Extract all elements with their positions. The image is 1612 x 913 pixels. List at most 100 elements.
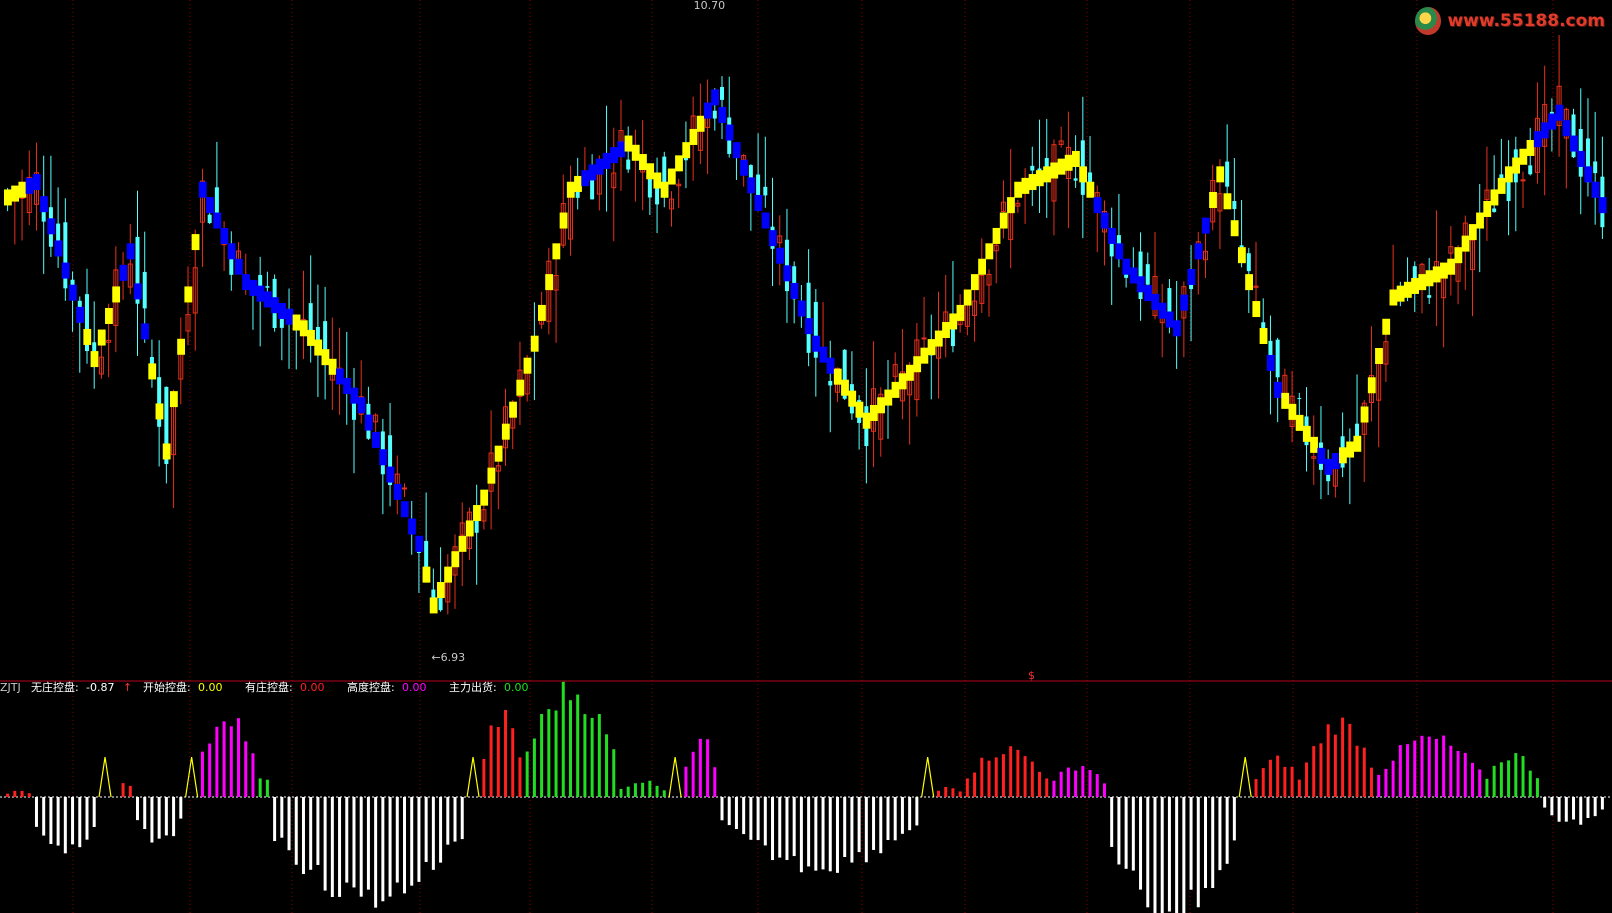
trend-block [970, 274, 979, 291]
trend-block [1360, 406, 1369, 423]
trend-block [1079, 166, 1088, 183]
trend-block [1541, 122, 1549, 139]
trend-block [278, 302, 287, 319]
candle-body [1232, 201, 1237, 210]
trend-block [1418, 274, 1427, 291]
trend-block [1180, 294, 1189, 311]
histogram-bar [1139, 797, 1143, 890]
histogram-bar [403, 797, 406, 894]
histogram-bar [1276, 755, 1280, 797]
histogram-bar [164, 797, 168, 836]
trend-block [1584, 166, 1593, 183]
histogram-bar [1348, 723, 1352, 797]
trend-block [826, 357, 835, 374]
trend-block [184, 286, 193, 303]
trend-block [566, 181, 575, 198]
trend-block [1072, 150, 1080, 167]
histogram-bar [973, 772, 977, 797]
histogram-bar [1406, 744, 1410, 797]
legend-value: -0.87 [86, 681, 114, 694]
histogram-bar [814, 797, 818, 871]
histogram-bar [78, 797, 82, 848]
histogram-bar [1196, 797, 1200, 908]
histogram-bar [857, 797, 861, 853]
trend-block [595, 158, 604, 175]
trend-block [141, 323, 149, 340]
trend-block [1324, 458, 1333, 475]
trend-block [444, 566, 453, 583]
candle-body [1528, 165, 1533, 175]
trend-block [942, 322, 950, 339]
trend-block [1086, 181, 1095, 198]
histogram-bar [27, 793, 31, 797]
candle-body [1275, 339, 1280, 378]
trend-block [1562, 120, 1571, 137]
histogram-bar [597, 714, 601, 797]
histogram-bar [893, 797, 897, 841]
trend-block [1591, 181, 1600, 198]
trend-block [451, 551, 460, 568]
histogram-bar [1564, 797, 1568, 822]
trend-block [682, 142, 691, 159]
trend-block [177, 338, 186, 355]
trend-block [458, 535, 467, 552]
histogram-bar [1305, 762, 1309, 797]
histogram-bar [1420, 735, 1424, 797]
low-price-label: ←6.93 [431, 651, 465, 664]
histogram-bar [316, 797, 320, 865]
histogram-bar [1514, 753, 1518, 797]
trend-block [415, 535, 424, 552]
histogram-bar [1528, 770, 1532, 797]
histogram-bar [71, 797, 75, 845]
candle-body [1520, 179, 1526, 182]
trend-block [624, 135, 633, 152]
histogram-bar [121, 783, 125, 797]
histogram-bar [821, 797, 825, 870]
trend-block [1187, 268, 1196, 285]
indicator-name: ZJTJ [0, 681, 21, 694]
histogram-bar [20, 790, 24, 797]
trend-block [487, 467, 496, 484]
histogram-bar [1038, 771, 1042, 797]
trend-block [191, 234, 200, 251]
histogram-bar [1066, 767, 1070, 797]
candlesticks [5, 34, 1605, 615]
histogram-bar [850, 797, 854, 863]
histogram-bar [13, 790, 17, 797]
trend-block [1144, 285, 1152, 302]
histogram-bar [85, 797, 89, 840]
trend-block [1136, 276, 1145, 293]
histogram-bar [763, 797, 767, 846]
marker-peak [98, 757, 112, 798]
histogram-bar [1312, 746, 1316, 797]
candle-body [1030, 165, 1035, 171]
histogram-bar [258, 778, 262, 797]
marker-peak [921, 757, 935, 798]
histogram-bar [540, 713, 544, 797]
histogram-bar [1110, 797, 1114, 847]
histogram-bar [244, 741, 248, 797]
trend-block [263, 291, 272, 308]
trend-block [1411, 277, 1419, 294]
histogram-bar [1088, 770, 1092, 797]
trend-block [1201, 217, 1210, 234]
histogram-bar [1001, 754, 1005, 797]
histogram-bar [756, 797, 760, 841]
trend-block [660, 181, 669, 198]
trend-block [1476, 212, 1484, 229]
histogram-bar [1463, 752, 1467, 797]
trend-block [97, 329, 106, 346]
histogram-bar [1045, 778, 1049, 797]
trend-block [1367, 377, 1376, 394]
trend-block [1512, 157, 1521, 174]
histogram-bar [843, 797, 847, 857]
trend-block [1555, 104, 1564, 121]
trend-block [155, 403, 164, 420]
histogram-bar [886, 797, 890, 841]
trend-block [400, 501, 409, 518]
trend-block [776, 247, 784, 264]
trend-block [1266, 354, 1275, 371]
trend-block [761, 212, 770, 229]
histogram-bar [374, 797, 378, 908]
histogram-bar [431, 797, 435, 870]
